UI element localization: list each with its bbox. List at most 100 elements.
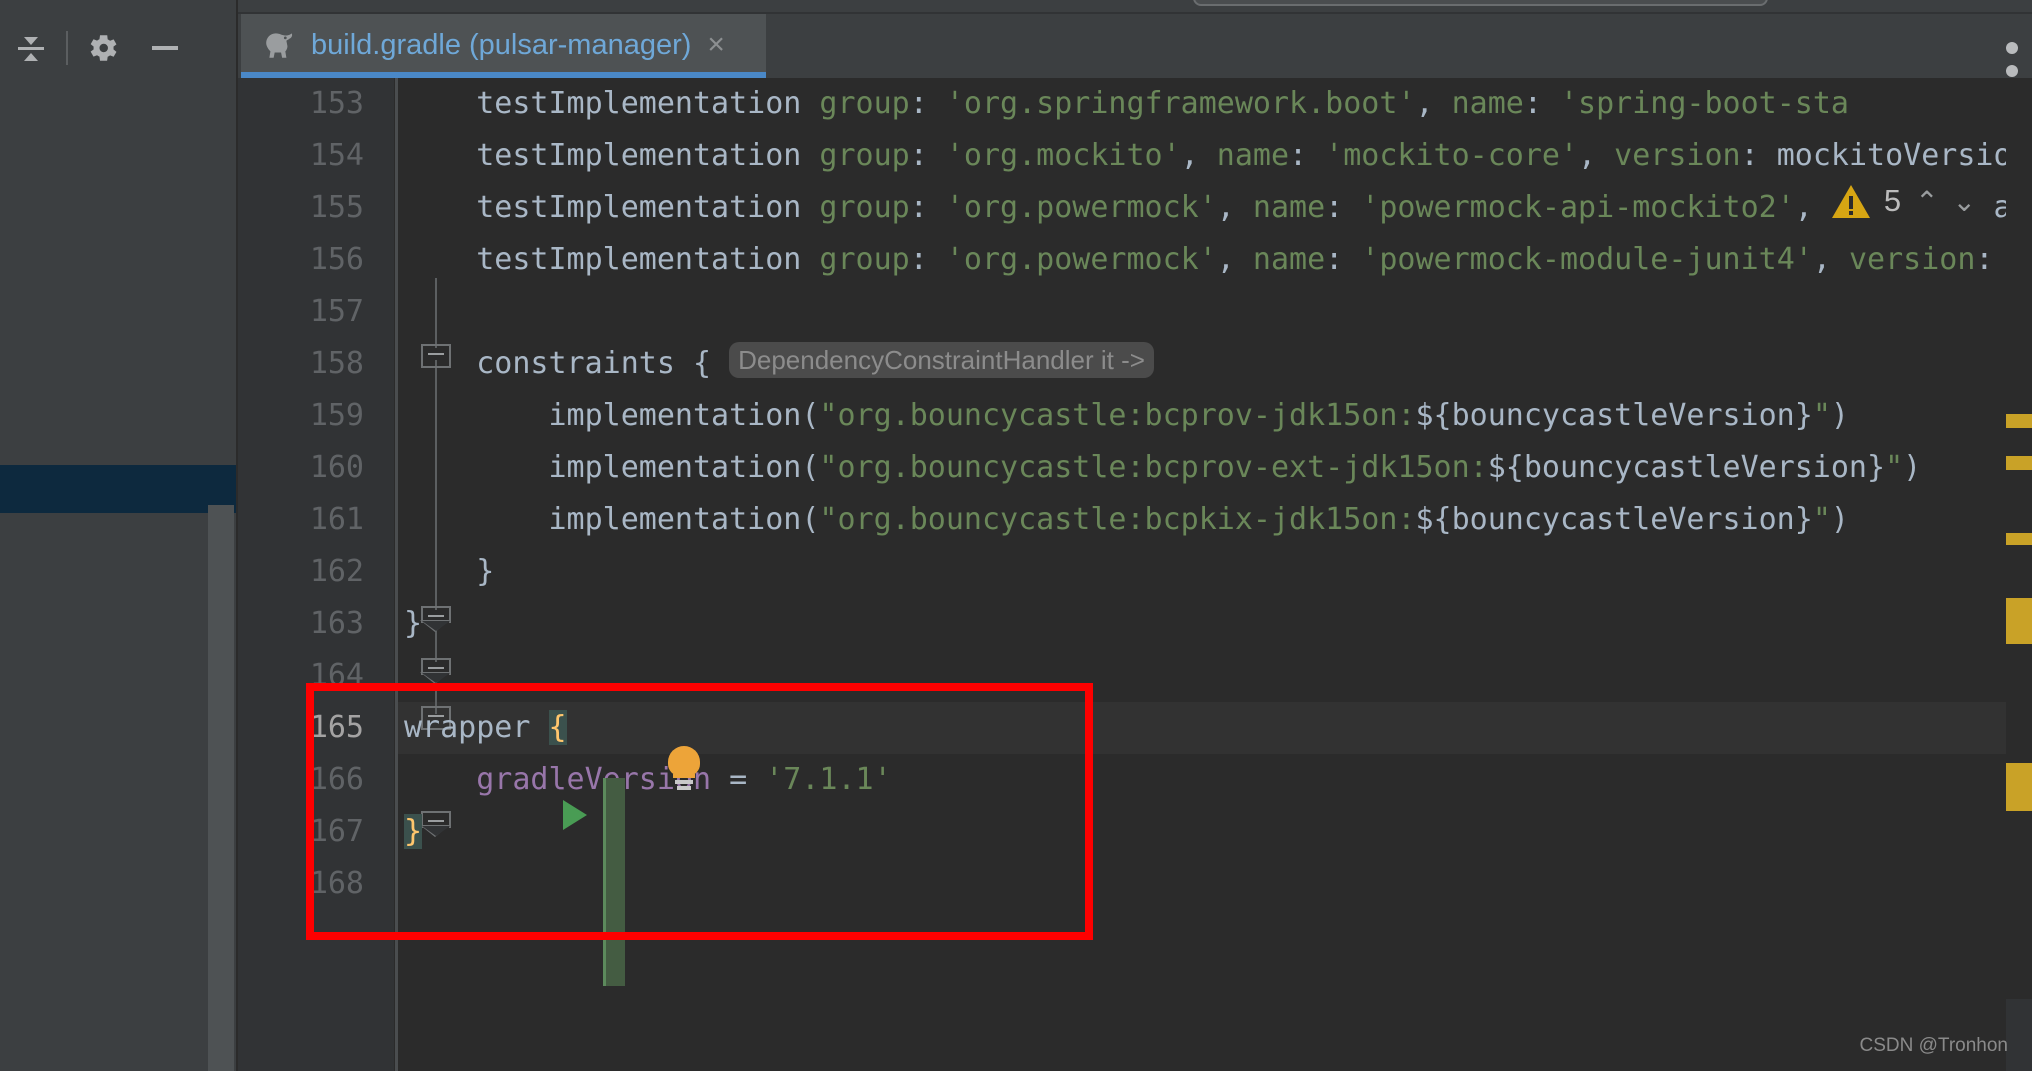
code-token: ${bouncycastleVersion} <box>1415 398 1813 433</box>
line-content: testImplementation group: 'org.springfra… <box>404 78 1849 130</box>
code-token: } <box>404 554 495 589</box>
code-token: : <box>909 242 946 277</box>
code-token: : <box>1325 242 1362 277</box>
watermark: CSDN @Tronhon <box>1859 1035 2008 1056</box>
warning-triangle-icon <box>1831 184 1870 218</box>
code-token: 'mockito-core' <box>1325 138 1579 173</box>
navigation-bar-widget[interactable] <box>1193 0 1768 6</box>
line-number: 157 <box>309 294 364 329</box>
close-icon[interactable]: × <box>707 30 725 60</box>
scrollbar-warning-marker[interactable] <box>2006 414 2032 428</box>
code-line[interactable]: 160 implementation("org.bouncycastle:bcp… <box>238 442 2032 494</box>
editor-scrollbar[interactable] <box>2006 78 2032 1071</box>
code-line[interactable]: 161 implementation("org.bouncycastle:bcp… <box>238 494 2032 546</box>
line-content: } <box>404 546 494 598</box>
code-token: testImplementation <box>404 86 820 121</box>
code-token: 'powermock-module-junit4' <box>1361 242 1813 277</box>
line-number: 155 <box>309 190 364 225</box>
line-content: testImplementation group: 'org.powermock… <box>404 234 2029 286</box>
line-content: } <box>404 598 422 650</box>
code-line[interactable]: 156 testImplementation group: 'org.power… <box>238 234 2032 286</box>
code-line[interactable]: 153 testImplementation group: 'org.sprin… <box>238 78 2032 130</box>
code-token: name <box>1216 138 1290 173</box>
editor-tab-build-gradle[interactable]: build.gradle (pulsar-manager) × <box>241 14 766 76</box>
code-line[interactable]: 162 } <box>238 546 2032 598</box>
code-token: version <box>1614 138 1741 173</box>
scrollbar-warning-marker[interactable] <box>2006 533 2032 545</box>
code-token: group <box>819 190 910 225</box>
line-content: testImplementation group: 'org.powermock… <box>404 182 2029 234</box>
code-token: , <box>1578 138 1615 173</box>
next-problem-icon[interactable]: ⌄ <box>1953 185 1976 218</box>
code-token: name <box>1252 242 1326 277</box>
code-token: ) <box>1830 398 1849 433</box>
code-token: , <box>1180 138 1217 173</box>
code-token: testImplementation <box>404 242 820 277</box>
scrollbar-warning-marker[interactable] <box>2006 598 2032 644</box>
code-token: ${bouncycastleVersion} <box>1415 502 1813 537</box>
code-token: group <box>819 138 910 173</box>
line-number: 158 <box>309 346 364 381</box>
code-token: : <box>1325 190 1362 225</box>
code-token: : <box>909 190 946 225</box>
scrollbar-footer <box>2006 999 2032 1071</box>
line-content: implementation("org.bouncycastle:bcpkix-… <box>404 494 1848 546</box>
gear-icon <box>90 35 117 61</box>
code-line[interactable]: 154 testImplementation group: 'org.mocki… <box>238 130 2032 182</box>
code-token: implementation( <box>404 502 820 537</box>
code-token: testImplementation <box>404 190 820 225</box>
minimize-button[interactable] <box>134 17 196 79</box>
code-line[interactable]: 157 <box>238 286 2032 338</box>
code-token: , <box>1216 190 1253 225</box>
panel-selected-row[interactable] <box>0 465 238 513</box>
tab-title: build.gradle (pulsar-manager) <box>311 28 692 61</box>
code-token: constraints { <box>404 346 730 381</box>
code-token: name <box>1451 86 1524 121</box>
line-number: 161 <box>309 502 364 537</box>
inspection-widget[interactable]: 5 ⌃ ⌄ <box>1813 173 1976 229</box>
code-token: group <box>819 242 910 277</box>
code-token: : <box>909 86 946 121</box>
code-token: implementation( <box>404 398 820 433</box>
code-token: : <box>1289 138 1326 173</box>
line-content: implementation("org.bouncycastle:bcprov-… <box>404 442 1921 494</box>
code-line[interactable]: 163} <box>238 598 2032 650</box>
line-number: 156 <box>309 242 364 277</box>
code-token: 'org.powermock' <box>945 190 1217 225</box>
code-token: "org.bouncycastle:bcprov-ext-jdk15on: <box>819 450 1488 485</box>
line-number: 153 <box>309 86 364 121</box>
code-token: : <box>1523 86 1560 121</box>
code-token: version <box>1848 242 1976 277</box>
code-token: name <box>1252 190 1326 225</box>
warning-count: 5 <box>1883 183 1902 218</box>
scrollbar-warning-marker[interactable] <box>2006 456 2032 470</box>
prev-problem-icon[interactable]: ⌃ <box>1915 185 1938 218</box>
settings-button[interactable] <box>72 17 134 79</box>
line-number: 163 <box>309 606 364 641</box>
code-token: 'powermock-api-mockito2' <box>1361 190 1795 225</box>
tab-bar-empty-area <box>766 14 2032 100</box>
code-token: , <box>1216 242 1253 277</box>
gradle-elephant-icon <box>266 33 293 58</box>
code-token: } <box>404 606 423 641</box>
code-token: , <box>1812 242 1849 277</box>
code-token: , <box>1415 86 1452 121</box>
line-content: testImplementation group: 'org.mockito',… <box>404 130 2030 182</box>
toolbar-separator <box>66 31 68 65</box>
code-line[interactable]: 159 implementation("org.bouncycastle:bcp… <box>238 390 2032 442</box>
panel-scrollbar[interactable] <box>208 505 234 1071</box>
collapse-all-button[interactable] <box>0 17 62 79</box>
code-line[interactable]: 158 constraints { DependencyConstraintHa… <box>238 338 2032 390</box>
line-number: 162 <box>309 554 364 589</box>
code-token: " <box>1812 502 1831 537</box>
code-token: "org.bouncycastle:bcprov-jdk15on: <box>819 398 1416 433</box>
panel-scrollbar-thumb[interactable] <box>208 505 234 523</box>
code-token: 'org.mockito' <box>945 138 1181 173</box>
code-line[interactable]: 155 testImplementation group: 'org.power… <box>238 182 2032 234</box>
scrollbar-warning-marker[interactable] <box>2006 763 2032 811</box>
code-token: " <box>1885 450 1904 485</box>
inlay-hint: DependencyConstraintHandler it -> <box>729 342 1154 378</box>
left-tool-panel <box>0 0 238 1071</box>
code-token: : mockitoVersion <box>1740 138 2030 173</box>
line-number: 160 <box>309 450 364 485</box>
